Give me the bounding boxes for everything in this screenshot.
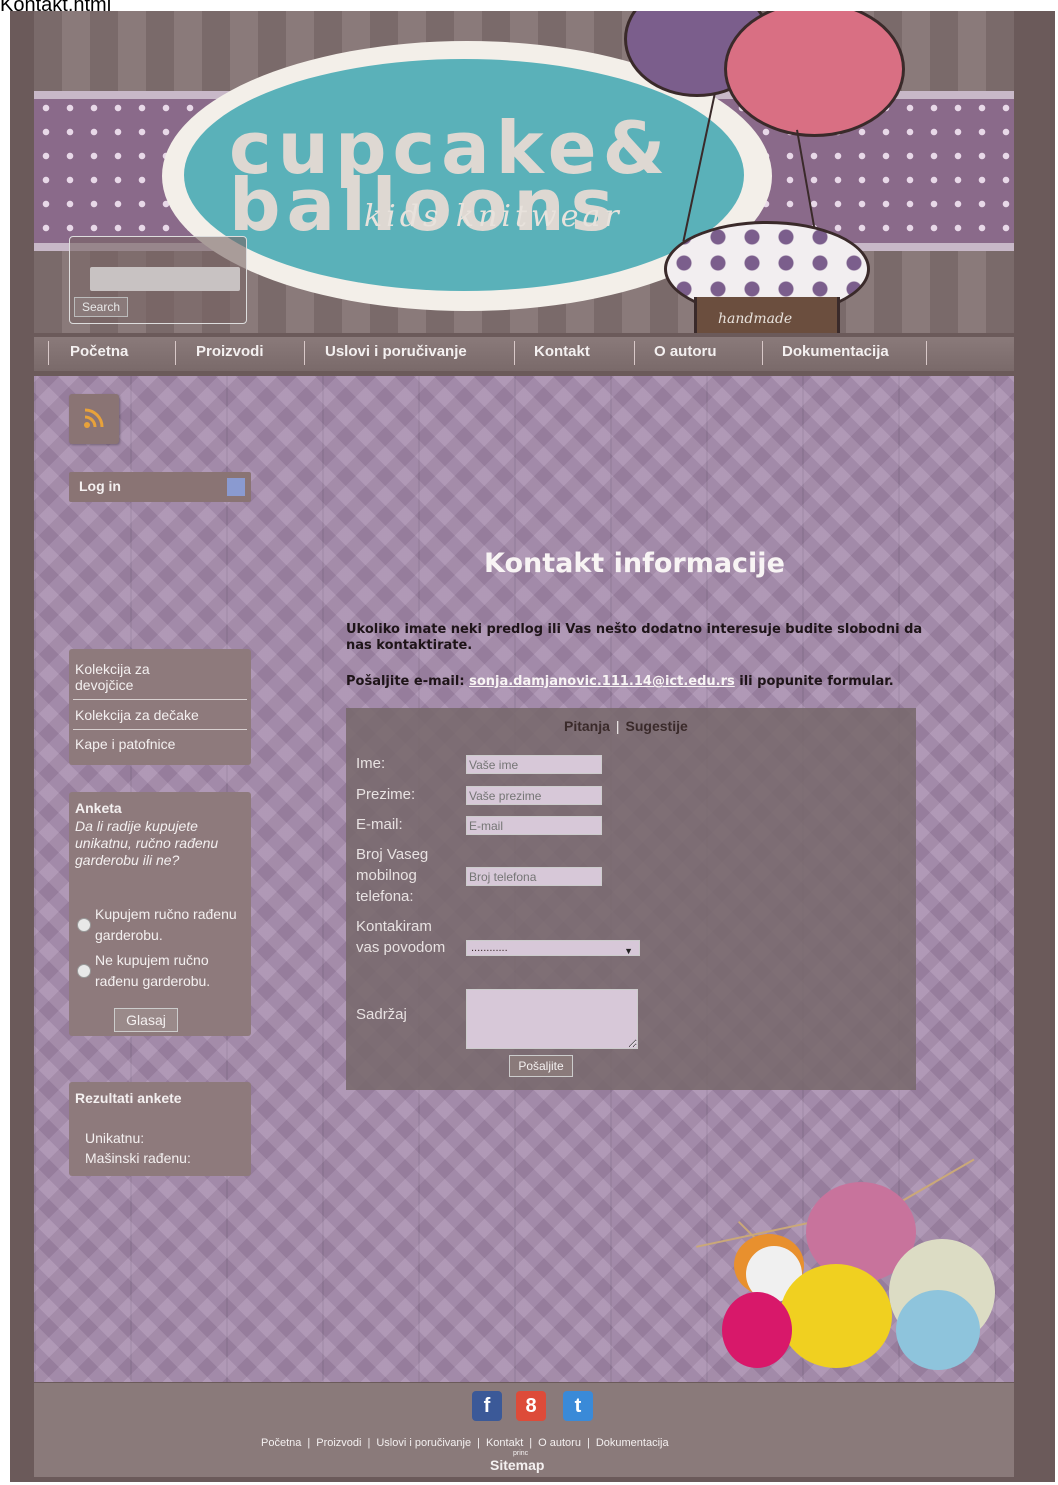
- rss-button[interactable]: [69, 394, 119, 444]
- results-row-unikatnu: Unikatnu:: [85, 1130, 145, 1146]
- page-frame: cupcake& balloons kids knitwear handmade…: [10, 11, 1055, 1482]
- email-line: Pošaljite e-mail: sonja.damjanovic.111.1…: [346, 674, 894, 689]
- category-menu: Kolekcija za devojčice Kolekcija za deča…: [69, 649, 251, 765]
- email-prefix: Pošaljite e-mail:: [346, 674, 465, 689]
- poll-results: Rezultati ankete Unikatnu: Mašinski rađe…: [69, 1082, 251, 1176]
- poll-radio-no[interactable]: [77, 964, 91, 978]
- sitemap-link[interactable]: Sitemap: [490, 1457, 544, 1473]
- chevron-down-icon: ▼: [624, 946, 633, 956]
- logo-subtitle: kids knitwear: [364, 199, 623, 234]
- reason-select[interactable]: ............ ▼: [466, 940, 640, 956]
- tab-sugestije[interactable]: Sugestije: [626, 718, 688, 734]
- email-suffix: ili popunite formular.: [739, 674, 894, 689]
- nav-item-uslovi[interactable]: Uslovi i poručivanje: [325, 343, 467, 360]
- footer-separator: |: [529, 1437, 533, 1449]
- email-label: E-mail:: [356, 816, 403, 833]
- twitter-icon[interactable]: t: [563, 1391, 593, 1421]
- login-label: Log in: [79, 478, 121, 494]
- results-title: Rezultati ankete: [75, 1090, 182, 1106]
- footer-link-dokumentacija[interactable]: Dokumentacija: [596, 1437, 669, 1449]
- nav-item-pocetna[interactable]: Početna: [70, 343, 128, 360]
- footer-link-kontakt[interactable]: Kontakt: [486, 1437, 523, 1449]
- login-toggle-icon[interactable]: [227, 478, 245, 496]
- footer-link-o-autoru[interactable]: O autoru: [538, 1437, 581, 1449]
- menu-divider: [73, 729, 247, 730]
- poll-radio-yes[interactable]: [77, 918, 91, 932]
- menu-divider: [73, 699, 247, 700]
- nav-item-proizvodi[interactable]: Proizvodi: [196, 343, 264, 360]
- footer-small-text: princ: [513, 1450, 529, 1457]
- footer-nav: Početna | Proizvodi | Uslovi i poručivanje | K…: [261, 1437, 669, 1449]
- tab-pitanja[interactable]: Pitanja: [564, 718, 610, 734]
- email-field[interactable]: [466, 816, 602, 835]
- sidebar-item-devojcice[interactable]: Kolekcija za devojčice: [75, 661, 195, 693]
- nav-separator: [304, 341, 305, 365]
- nav-item-kontakt[interactable]: Kontakt: [534, 343, 590, 360]
- surname-field[interactable]: [466, 786, 602, 805]
- main-nav: Početna Proizvodi Uslovi i poručivanje K…: [34, 337, 1014, 371]
- nav-item-o-autoru[interactable]: O autoru: [654, 343, 717, 360]
- page-title: Kontakt informacije: [484, 548, 785, 579]
- content-area: Log in Kolekcija za devojčice Kolekcija …: [34, 376, 1014, 1382]
- footer-separator: |: [586, 1437, 590, 1449]
- send-button[interactable]: Pošaljite: [509, 1055, 573, 1077]
- name-field[interactable]: [466, 755, 602, 774]
- nav-item-dokumentacija[interactable]: Dokumentacija: [782, 343, 889, 360]
- footer-link-pocetna[interactable]: Početna: [261, 1437, 301, 1449]
- reason-select-value: ............: [471, 942, 508, 954]
- results-row-masinski: Mašinski rađenu:: [85, 1150, 191, 1166]
- phone-field[interactable]: [466, 867, 602, 886]
- nav-separator: [48, 341, 49, 365]
- nav-separator: [514, 341, 515, 365]
- surname-label: Prezime:: [356, 786, 416, 803]
- google-plus-icon[interactable]: 8: [516, 1391, 546, 1421]
- nav-separator: [762, 341, 763, 365]
- nav-separator: [175, 341, 176, 365]
- footer-link-proizvodi[interactable]: Proizvodi: [316, 1437, 361, 1449]
- sidebar-item-decake[interactable]: Kolekcija za dečake: [75, 707, 199, 723]
- poll-option-yes[interactable]: Kupujem ručno rađenu garderobu.: [95, 904, 251, 946]
- sidebar-item-kape[interactable]: Kape i patofnice: [75, 736, 175, 752]
- search-button[interactable]: Search: [74, 297, 128, 317]
- reason-label: Kontakiram vas povodom: [356, 918, 446, 956]
- magenta-yarn-ball: [722, 1292, 792, 1368]
- site-header: cupcake& balloons kids knitwear handmade…: [34, 11, 1014, 333]
- form-tabs: Pitanja | Sugestije: [564, 718, 688, 734]
- footer-separator: |: [307, 1437, 311, 1449]
- search-input[interactable]: [90, 267, 240, 291]
- facebook-icon[interactable]: f: [472, 1391, 502, 1421]
- search-box: Search: [69, 236, 247, 324]
- nav-separator: [634, 341, 635, 365]
- content-label: Sadržaj: [356, 1006, 407, 1023]
- email-link[interactable]: sonja.damjanovic.111.14@ict.edu.rs: [469, 674, 735, 689]
- phone-label: Broj Vaseg mobilnog telefona:: [356, 846, 429, 905]
- login-bar[interactable]: Log in: [69, 472, 251, 502]
- site-footer: f 8 t Početna | Proizvodi | Uslovi i poručiv…: [34, 1383, 1014, 1477]
- poll-box: Anketa Da li radije kupujete unikatnu, r…: [69, 792, 251, 1036]
- tab-separator: |: [615, 718, 620, 734]
- nav-separator: [926, 341, 927, 365]
- footer-link-uslovi[interactable]: Uslovi i poručivanje: [376, 1437, 471, 1449]
- content-textarea[interactable]: [466, 989, 638, 1049]
- poll-option-no[interactable]: Ne kupujem ručno rađenu garderobu.: [95, 950, 251, 992]
- name-label: Ime:: [356, 755, 386, 772]
- handmade-badge: handmade: [718, 311, 793, 327]
- vote-button[interactable]: Glasaj: [114, 1008, 178, 1032]
- poll-title: Anketa: [75, 800, 122, 816]
- contact-form: Pitanja|Sugestije Ime: Prezime: E-mail: …: [346, 708, 916, 1090]
- footer-separator: |: [367, 1437, 371, 1449]
- footer-separator: |: [477, 1437, 480, 1449]
- intro-text: Ukoliko imate neki predlog ili Vas nešto…: [346, 622, 923, 653]
- rss-icon: [83, 407, 105, 429]
- yellow-yarn-ball: [780, 1264, 892, 1368]
- poll-question: Da li radije kupujete unikatnu, ručno ra…: [75, 818, 219, 868]
- blue-yarn-ball: [896, 1290, 980, 1370]
